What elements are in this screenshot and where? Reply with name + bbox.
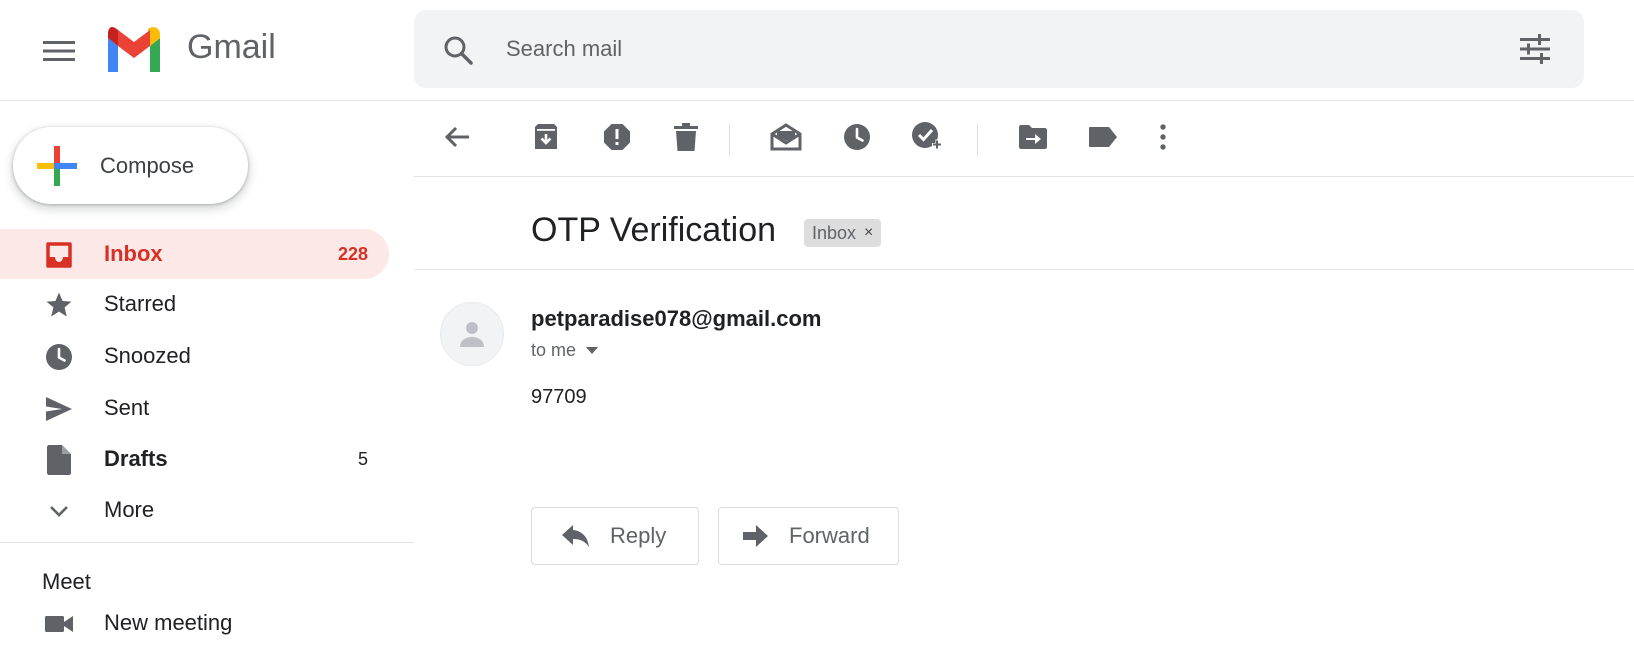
message-toolbar xyxy=(414,101,1634,177)
sender-email[interactable]: petparadise078@gmail.com xyxy=(531,306,821,332)
sidebar-item-new-meeting[interactable]: New meeting xyxy=(0,598,389,648)
sidebar-item-snoozed[interactable]: Snoozed xyxy=(0,331,389,381)
meet-heading: Meet xyxy=(42,569,91,594)
email-subject: OTP Verification xyxy=(531,211,777,249)
mark-unread-button[interactable] xyxy=(764,115,808,159)
label-chip-text: Inbox xyxy=(812,222,857,243)
sidebar-item-label: New meeting xyxy=(104,610,233,635)
remove-label-icon[interactable]: × xyxy=(864,224,873,242)
report-spam-icon xyxy=(604,124,630,150)
reply-button[interactable]: Reply xyxy=(531,507,699,565)
sidebar-item-label: Drafts xyxy=(104,446,168,471)
label-icon xyxy=(1089,127,1117,147)
sidebar-item-inbox[interactable]: Inbox 228 xyxy=(0,229,389,279)
sidebar-item-starred[interactable]: Starred xyxy=(0,279,389,329)
sidebar-item-more[interactable]: More xyxy=(0,485,389,535)
toolbar-separator xyxy=(729,124,730,156)
archive-icon xyxy=(535,124,557,149)
move-to-button[interactable] xyxy=(1011,115,1055,159)
clock-icon xyxy=(45,343,73,371)
draft-icon xyxy=(45,445,73,475)
sidebar: Compose Inbox 228 Starred Snoozed Sent D… xyxy=(0,101,414,662)
sidebar-item-drafts[interactable]: Drafts 5 xyxy=(0,434,389,484)
toolbar-separator xyxy=(977,124,978,156)
more-options-button[interactable] xyxy=(1141,115,1185,159)
mark-unread-icon xyxy=(770,123,802,151)
search-bar[interactable] xyxy=(414,10,1584,88)
unread-count: 228 xyxy=(337,243,368,264)
person-icon xyxy=(460,322,484,347)
caret-down-icon xyxy=(586,347,599,354)
draft-count: 5 xyxy=(357,448,368,469)
back-icon xyxy=(444,126,469,148)
subject-row: OTP Verification Inbox × xyxy=(414,177,1634,270)
compose-button[interactable]: Compose xyxy=(13,127,248,204)
sidebar-item-label: Inbox xyxy=(104,241,163,266)
sidebar-divider xyxy=(0,542,414,543)
forward-icon xyxy=(743,525,768,547)
add-to-tasks-button[interactable] xyxy=(905,115,949,159)
forward-button[interactable]: Forward xyxy=(718,507,899,565)
search-input[interactable] xyxy=(506,30,1406,68)
report-spam-button[interactable] xyxy=(595,115,639,159)
compose-label: Compose xyxy=(100,152,195,178)
search-options-icon[interactable] xyxy=(1518,33,1552,65)
reply-icon xyxy=(562,525,589,547)
back-button[interactable] xyxy=(435,115,479,159)
snooze-icon xyxy=(844,124,870,150)
add-task-icon xyxy=(912,122,942,150)
sidebar-item-label: Starred xyxy=(104,291,177,316)
recipients-details[interactable]: to me xyxy=(531,340,599,361)
main-menu-button[interactable] xyxy=(34,26,84,76)
inbox-label-chip[interactable]: Inbox × xyxy=(804,219,882,247)
chevron-down-icon xyxy=(45,497,73,525)
snooze-button[interactable] xyxy=(835,115,879,159)
compose-plus-icon xyxy=(37,145,77,186)
menu-icon xyxy=(43,41,75,61)
forward-label: Forward xyxy=(789,523,870,548)
sidebar-item-label: More xyxy=(104,497,155,522)
inbox-icon xyxy=(45,241,73,269)
more-vert-icon xyxy=(1160,124,1166,150)
delete-button[interactable] xyxy=(664,115,708,159)
video-camera-icon xyxy=(45,610,73,638)
app-header: Gmail xyxy=(0,0,1634,101)
sidebar-item-sent[interactable]: Sent xyxy=(0,383,389,433)
search-icon[interactable] xyxy=(442,34,474,66)
sender-avatar[interactable] xyxy=(440,302,504,366)
send-icon xyxy=(45,395,73,423)
app-name: Gmail xyxy=(187,28,276,66)
label-button[interactable] xyxy=(1081,115,1125,159)
archive-button[interactable] xyxy=(524,115,568,159)
recipients-text: to me xyxy=(531,340,577,360)
delete-icon xyxy=(674,123,698,151)
email-body: 97709 xyxy=(531,386,587,408)
sidebar-item-label: Sent xyxy=(104,395,150,420)
star-icon xyxy=(45,291,73,319)
sidebar-item-label: Snoozed xyxy=(104,343,191,368)
reply-label: Reply xyxy=(610,523,667,548)
gmail-logo-icon[interactable] xyxy=(104,26,164,72)
move-to-icon xyxy=(1019,125,1047,149)
